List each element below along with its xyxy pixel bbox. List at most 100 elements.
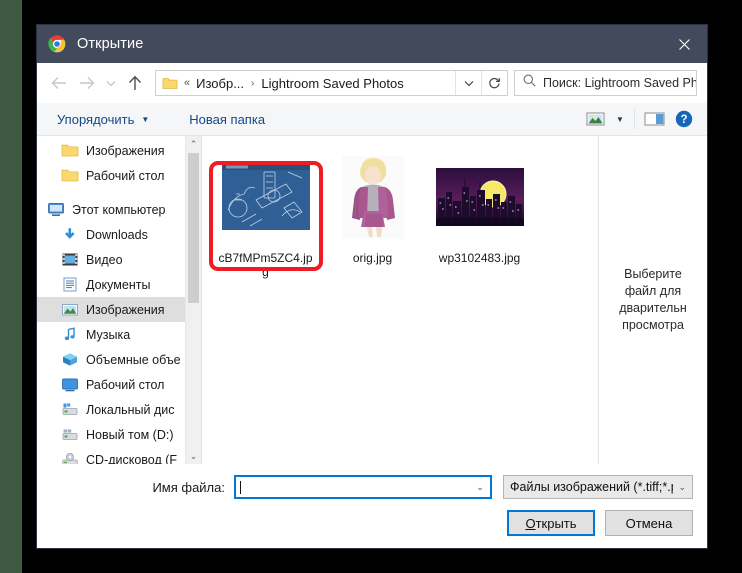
file-item[interactable]: wp3102483.jpg	[426, 148, 533, 279]
sidebar-item-desktop[interactable]: Рабочий стол	[37, 372, 201, 397]
breadcrumb-overflow[interactable]: «	[178, 77, 196, 89]
filename-combobox[interactable]: ⌄	[234, 475, 492, 499]
command-toolbar: Упорядочить ▼ Новая папка ▼ ?	[37, 103, 707, 136]
dialog-footer: Имя файла: ⌄ Файлы изображений (*.tiff;*…	[37, 464, 707, 548]
filename-input[interactable]	[240, 480, 470, 494]
chrome-icon	[48, 35, 66, 53]
sidebar-item-label: CD-дисковод (F	[86, 452, 178, 465]
view-layout-icon[interactable]	[580, 106, 610, 132]
arrow-right-icon[interactable]	[73, 68, 101, 98]
file-list[interactable]: cB7fMPm5ZC4.jpg orig.jpg wp3102483.jpg	[202, 136, 599, 464]
toolbar-divider	[634, 109, 635, 129]
preview-line: дварительн	[619, 301, 687, 315]
thumbnail-wrapper	[430, 152, 530, 247]
sidebar-item-music[interactable]: Музыка	[37, 322, 201, 347]
sidebar-item-label: Изображения	[86, 302, 165, 317]
navigation-bar: « Изобр... › Lightroom Saved Photos Поис…	[37, 63, 707, 103]
preview-pane-icon[interactable]	[639, 106, 669, 132]
sidebar-item-downloads[interactable]: Downloads	[37, 222, 201, 247]
sidebar-item-this-pc[interactable]: Этот компьютер	[37, 197, 201, 222]
sidebar-item-label: Downloads	[86, 227, 148, 242]
filename-label: Имя файла:	[152, 479, 225, 495]
search-input[interactable]: Поиск: Lightroom Saved Ph...	[514, 70, 697, 96]
address-bar[interactable]: « Изобр... › Lightroom Saved Photos	[155, 70, 508, 96]
cancel-button[interactable]: Отмена	[605, 510, 693, 536]
chevron-down-icon[interactable]: ⌄	[470, 482, 490, 493]
open-file-dialog: Открытие « Изобр... › Lightroom Saved Ph…	[36, 24, 708, 549]
file-item[interactable]: cB7fMPm5ZC4.jpg	[212, 148, 319, 279]
navigation-sidebar: Изображения Рабочий стол Этот компьютер …	[37, 136, 202, 464]
organize-label: Упорядочить	[57, 111, 135, 127]
open-button-label: ткрыть	[535, 515, 577, 531]
sidebar-item-new-volume[interactable]: Новый том (D:)	[37, 422, 201, 447]
sidebar-item-cd-drive[interactable]: CD-дисковод (F	[37, 447, 201, 464]
sidebar-item-label: Видео	[86, 252, 123, 267]
thumbnail-wrapper	[323, 152, 423, 247]
open-button[interactable]: Открыть	[507, 510, 595, 536]
preview-line: файл для	[624, 284, 682, 298]
file-name-label: orig.jpg	[352, 251, 393, 265]
window-title: Открытие	[77, 36, 144, 52]
sidebar-item-videos[interactable]: Видео	[37, 247, 201, 272]
breadcrumb-separator: ›	[251, 77, 255, 89]
organize-button[interactable]: Упорядочить ▼	[51, 106, 155, 132]
video-icon	[61, 252, 79, 268]
preview-line: просмотра	[622, 318, 684, 332]
scrollbar-thumb[interactable]	[188, 153, 199, 303]
3d-objects-icon	[61, 352, 79, 368]
drive-icon	[61, 402, 79, 418]
pictures-icon	[61, 302, 79, 318]
screenshot-root: Открытие « Изобр... › Lightroom Saved Ph…	[0, 0, 742, 573]
sidebar-item-3d-objects[interactable]: Объемные объе	[37, 347, 201, 372]
desktop-icon	[61, 377, 79, 393]
music-icon	[61, 326, 79, 343]
chevron-down-icon[interactable]	[101, 68, 121, 98]
svg-text:?: ?	[680, 114, 687, 126]
scroll-up-icon[interactable]: ⌃	[186, 136, 201, 152]
breadcrumb-item-pictures[interactable]: Изобр...	[196, 76, 244, 91]
cd-drive-icon	[61, 452, 79, 464]
sidebar-item-label: Музыка	[86, 327, 131, 342]
search-icon	[523, 74, 536, 92]
new-folder-button[interactable]: Новая папка	[183, 106, 271, 132]
folder-icon	[61, 168, 79, 184]
file-type-filter-combobox[interactable]: Файлы изображений (*.tiff;*.p ⌄	[503, 475, 693, 499]
sidebar-item-pictures-quick[interactable]: Изображения	[37, 138, 201, 163]
refresh-icon[interactable]	[481, 71, 507, 95]
toolbar-right-group: ▼ ?	[580, 106, 699, 132]
scroll-down-icon[interactable]: ⌄	[186, 448, 201, 464]
arrow-left-icon[interactable]	[45, 68, 73, 98]
button-row: Открыть Отмена	[51, 504, 693, 536]
sidebar-item-label: Изображения	[86, 143, 165, 158]
portrait-thumb	[341, 155, 404, 244]
sidebar-item-desktop-quick[interactable]: Рабочий стол	[37, 163, 201, 188]
sidebar-scrollbar[interactable]: ⌃ ⌄	[185, 136, 201, 464]
sidebar-item-label: Этот компьютер	[72, 202, 166, 217]
desktop-background-strip	[0, 0, 22, 573]
computer-icon	[47, 202, 65, 218]
breadcrumb-item-current[interactable]: Lightroom Saved Photos	[261, 76, 403, 91]
sidebar-item-label: Рабочий стол	[86, 377, 165, 392]
chevron-down-icon[interactable]: ▼	[610, 115, 630, 124]
sidebar-item-label: Документы	[86, 277, 151, 292]
sidebar-item-documents[interactable]: Документы	[37, 272, 201, 297]
sidebar-item-label: Рабочий стол	[86, 168, 165, 183]
chevron-down-icon[interactable]: ⌄	[673, 482, 692, 493]
close-icon[interactable]	[661, 25, 707, 63]
downloads-icon	[61, 227, 79, 243]
chevron-down-icon: ▼	[141, 114, 150, 124]
file-type-filter-value: Файлы изображений (*.tiff;*.p	[510, 480, 673, 494]
sidebar-item-local-disk[interactable]: Локальный дис	[37, 397, 201, 422]
sidebar-item-label: Новый том (D:)	[86, 427, 174, 442]
cityscape-thumb	[435, 168, 524, 231]
thumbnail-wrapper	[216, 152, 316, 247]
title-bar: Открытие	[37, 25, 707, 63]
drive-icon	[61, 427, 79, 443]
help-icon[interactable]: ?	[669, 106, 699, 132]
chevron-down-icon[interactable]	[455, 71, 481, 95]
sidebar-item-pictures[interactable]: Изображения	[37, 297, 201, 322]
search-placeholder: Поиск: Lightroom Saved Ph...	[543, 76, 696, 90]
preview-line: Выберите	[624, 267, 682, 281]
arrow-up-icon[interactable]	[121, 68, 149, 98]
file-item[interactable]: orig.jpg	[319, 148, 426, 279]
